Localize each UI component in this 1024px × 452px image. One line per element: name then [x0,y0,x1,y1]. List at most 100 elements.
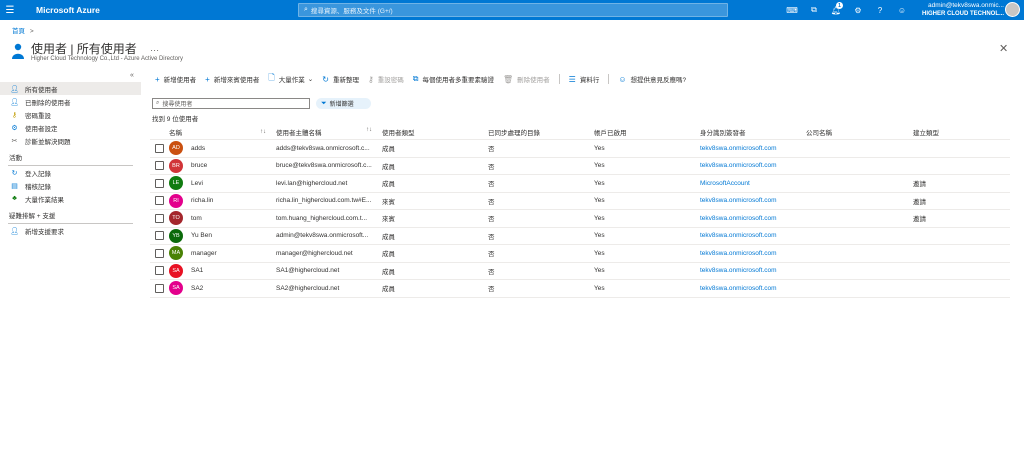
sidebar-item-bulk-results[interactable]: ♣ 大量作業結果 [0,192,141,205]
row-checkbox[interactable] [155,248,164,258]
sort-icon[interactable]: ↑↓ [366,127,372,137]
sidebar-item-user-settings[interactable]: ⚙ 使用者設定 [0,121,141,134]
row-checkbox[interactable] [155,213,164,223]
creation-type-cell: 邀請 [913,198,926,206]
issuer-cell: tekv8swa.onmicrosoft.com [700,144,777,152]
sync-cell: 否 [488,216,495,224]
column-header-type[interactable]: 使用者類型 [382,127,488,137]
row-checkbox[interactable] [155,266,164,276]
account-menu[interactable]: admin@tekv8swa.onmic... HIGHER CLOUD TEC… [916,2,1004,18]
columns-button[interactable]: ☰ 資料行 [569,74,600,85]
avatar: AD [169,141,183,156]
notifications-icon[interactable]: 🔔︎ 1 [825,0,847,20]
enabled-cell: Yes [594,162,605,170]
enabled-cell: Yes [594,249,605,257]
user-name-link[interactable]: manager [191,250,217,257]
new-user-button[interactable]: + 新增使用者 [155,74,196,85]
global-search-input[interactable]: ⌕ 搜尋資源、服務及文件 (G+/) [298,3,728,17]
sidebar-item-password-reset[interactable]: ⚷ 密碼重設 [0,108,141,121]
cloud-shell-icon[interactable]: ⌨ [781,0,803,20]
row-checkbox[interactable] [155,231,164,241]
sidebar-item-diagnose[interactable]: ✂ 診斷並解決問題 [0,134,141,147]
feedback-label: 想提供意見反應嗎? [630,77,687,84]
help-icon[interactable]: ? [869,0,891,20]
bulk-operations-button[interactable]: 🗋︎ 大量作業 ⌄ [268,72,313,86]
column-header-creation[interactable]: 建立類型 [913,127,1003,137]
user-name-link[interactable]: tom [191,215,202,222]
enabled-cell: Yes [594,197,605,205]
row-checkbox-cell [150,283,169,293]
plus-icon: + [205,74,210,84]
command-bar: + 新增使用者 + 新增來賓使用者 🗋︎ 大量作業 ⌄ ↻ 重新整理 ⚷ 重設密碼 ⧉ 每個使… [155,72,695,86]
row-checkbox[interactable] [155,143,164,153]
avatar[interactable] [1005,2,1020,17]
user-name-link[interactable]: adds [191,145,205,152]
name-cell: YB Yu Ben [169,228,276,243]
menu-icon[interactable]: ☰ [0,0,20,20]
user-name-link[interactable]: bruce [191,162,207,169]
user-type-cell: 成員 [382,181,395,189]
add-filter-button[interactable]: ⏷ 新增篩選 [316,98,371,109]
table-row[interactable]: MA manager manager@highercloud.net 成員 否 Yes te… [150,245,1010,263]
new-guest-user-button[interactable]: + 新增來賓使用者 [205,74,259,85]
key-icon: ⚷ [11,111,18,119]
top-bar: ☰ Microsoft Azure ⌕ 搜尋資源、服務及文件 (G+/) ⌨ ⧉… [0,0,1024,20]
column-header-company[interactable]: 公司名稱 [806,127,913,137]
column-header-name[interactable]: 名稱 ↑↓ [169,127,276,137]
user-name-link[interactable]: richa.lin [191,197,213,204]
feedback-button[interactable]: ☺ 想提供意見反應嗎? [618,74,687,85]
row-checkbox[interactable] [155,283,164,293]
refresh-button[interactable]: ↻ 重新整理 [322,74,359,85]
search-users-input[interactable]: ⌕ 搜尋使用者 [152,98,310,109]
refresh-label: 重新整理 [332,77,359,84]
sort-icon[interactable]: ↑↓ [260,129,266,135]
sidebar-item-sign-ins[interactable]: ↻ 登入記錄 [0,166,141,179]
column-header-upn[interactable]: 使用者主體名稱 ↑↓ [276,127,382,137]
more-icon[interactable]: ··· [150,45,159,55]
mfa-label: 每個使用者多重要素驗證 [422,77,495,84]
brand-title[interactable]: Microsoft Azure [36,5,100,15]
table-row[interactable]: SA SA1 SA1@highercloud.net 成員 否 Yes tekv8swa.o… [150,263,1010,280]
close-icon[interactable]: ✕ [999,42,1008,55]
creation-type-cell: 邀請 [913,216,926,224]
row-checkbox[interactable] [155,196,164,206]
table-row[interactable]: RI richa.lin richa.lin_highercloud.com.tw#… [150,193,1010,210]
table-row[interactable]: AD adds adds@tekv8swa.onmicrosoft.c... 成員 否 Y… [150,140,1010,158]
sidebar-item-new-support[interactable]: 👤︎ 新增支援要求 [0,224,141,237]
breadcrumb-home[interactable]: 首頁 [12,28,25,35]
column-header-issuer[interactable]: 身分識別簽發者 [700,127,806,137]
table-row[interactable]: LE Levi levi.lan@highercloud.net 成員 否 Yes Micr… [150,175,1010,193]
user-name-link[interactable]: Levi [191,180,203,187]
collapse-sidebar-icon[interactable]: « [130,72,134,79]
avatar: SA [169,263,183,278]
user-name-link[interactable]: SA1 [191,267,203,274]
table-row[interactable]: SA SA2 SA2@highercloud.net 成員 否 Yes tekv8swa.o… [150,280,1010,298]
mfa-button[interactable]: ⧉ 每個使用者多重要素驗證 [413,74,494,84]
directory-filter-icon[interactable]: ⧉ [803,0,825,20]
column-header-enabled[interactable]: 帳戶已啟用 [594,127,700,137]
account-email: admin@tekv8swa.onmic... [928,2,1004,9]
table-row[interactable]: YB Yu Ben admin@tekv8swa.onmicrosoft... 成員 否… [150,228,1010,245]
sidebar-item-all-users[interactable]: 👤︎ 所有使用者 [0,82,141,95]
user-name-link[interactable]: Yu Ben [191,232,212,239]
gear-icon[interactable]: ⚙ [847,0,869,20]
table-row[interactable]: TO tom tom.huang_highercloud.com.t... 來賓 否 Ye… [150,210,1010,228]
feedback-icon[interactable]: ☺ [891,0,913,20]
name-cell: BR bruce [169,158,276,173]
external-link-icon: ⧉ [412,74,419,83]
user-name-link[interactable]: SA2 [191,285,203,292]
column-header-sync[interactable]: 已同步處理的目錄 [488,127,594,137]
sync-cell: 否 [488,268,495,276]
delete-user-button[interactable]: 🗑︎ 刪除使用者 [503,74,550,85]
upn-cell: manager@highercloud.net [276,249,353,257]
reset-password-button[interactable]: ⚷ 重設密碼 [368,74,404,85]
row-checkbox-cell [150,196,169,206]
row-checkbox[interactable] [155,161,164,171]
sidebar-item-audit-logs[interactable]: ▤ 稽核記錄 [0,179,141,192]
user-type-cell: 成員 [382,163,395,171]
sidebar-item-deleted-users[interactable]: 👤︎ 已刪除的使用者 [0,95,141,108]
row-checkbox[interactable] [155,178,164,188]
sign-in-icon: ↻ [11,169,18,177]
table-row[interactable]: BR bruce bruce@tekv8swa.onmicrosoft.c... 成員… [150,158,1010,175]
upn-cell: admin@tekv8swa.onmicrosoft... [276,232,369,240]
